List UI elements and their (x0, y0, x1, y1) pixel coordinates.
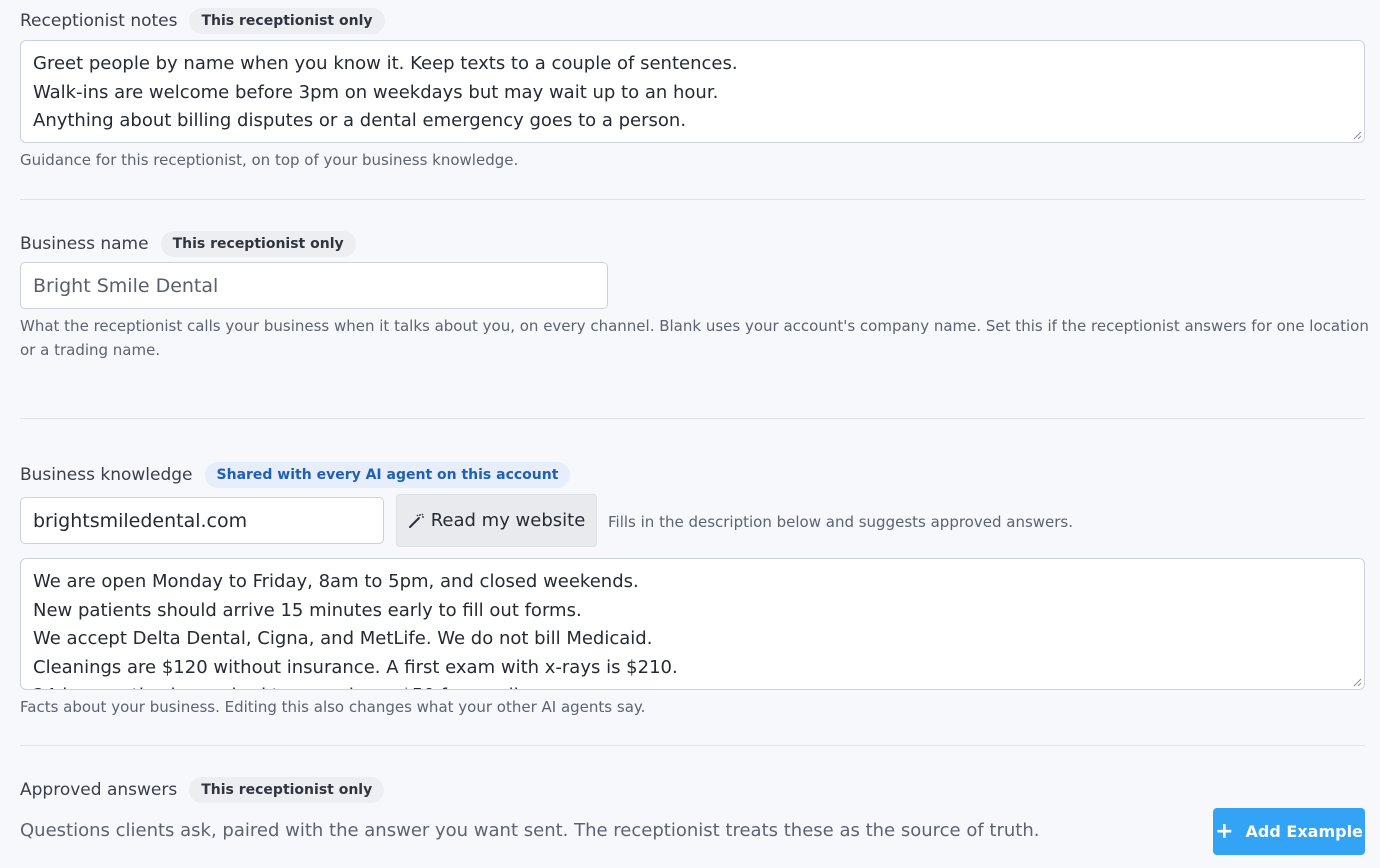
business-name-label-row: Business name This receptionist only (20, 231, 356, 257)
receptionist-notes-label-row: Receptionist notes This receptionist onl… (20, 8, 385, 34)
knowledge-line: 24-hour notice is required to cancel or … (33, 682, 1352, 689)
receptionist-notes-label: Receptionist notes (20, 11, 178, 31)
shared-badge: Shared with every AI agent on this accou… (204, 462, 571, 488)
knowledge-line: Cleanings are $120 without insurance. A … (33, 656, 678, 678)
scope-badge: This receptionist only (160, 231, 356, 257)
business-knowledge-label: Business knowledge (20, 465, 193, 485)
receptionist-settings-page: Receptionist notes This receptionist onl… (0, 0, 1380, 868)
knowledge-line: We are open Monday to Friday, 8am to 5pm… (33, 571, 639, 592)
plus-icon: + (1215, 818, 1234, 844)
approved-answers-label: Approved answers (20, 780, 178, 800)
section-divider (20, 199, 1365, 200)
notes-line: Anything about billing disputes or a den… (33, 110, 687, 131)
section-divider (20, 418, 1365, 419)
receptionist-notes-textarea[interactable]: Greet people by name when you know it. K… (20, 40, 1365, 143)
scope-badge: This receptionist only (189, 8, 385, 34)
business-name-input[interactable]: Bright Smile Dental (20, 262, 608, 309)
business-knowledge-label-row: Business knowledge Shared with every AI … (20, 462, 571, 488)
business-name-help-line: What the receptionist calls your busines… (20, 317, 1369, 335)
website-url-input[interactable]: brightsmiledental.com (20, 497, 384, 544)
magic-wand-icon (408, 513, 424, 528)
add-example-label: Add Example (1245, 822, 1363, 841)
business-knowledge-help: Facts about your business. Editing this … (20, 698, 646, 716)
read-website-button[interactable]: Read my website (396, 494, 597, 547)
section-divider (20, 745, 1365, 746)
add-example-button[interactable]: + Add Example (1213, 808, 1365, 855)
approved-answers-description: Questions clients ask, paired with the a… (20, 820, 1040, 841)
knowledge-line: New patients should arrive 15 minutes ea… (33, 599, 582, 621)
resize-grip-icon[interactable] (1352, 677, 1362, 687)
knowledge-line: We accept Delta Dental, Cigna, and MetLi… (33, 628, 653, 649)
business-name-help-line: or a trading name. (20, 341, 161, 359)
business-name-label: Business name (20, 234, 149, 254)
scope-badge: This receptionist only (189, 777, 385, 803)
business-knowledge-textarea[interactable]: We are open Monday to Friday, 8am to 5pm… (20, 558, 1365, 690)
read-website-hint: Fills in the description below and sugge… (608, 513, 1074, 531)
notes-line: Walk-ins are welcome before 3pm on weekd… (33, 81, 719, 103)
approved-answers-label-row: Approved answers This receptionist only (20, 777, 385, 803)
receptionist-notes-help: Guidance for this receptionist, on top o… (20, 151, 519, 169)
notes-line: Greet people by name when you know it. K… (33, 53, 738, 74)
read-website-label: Read my website (430, 510, 586, 531)
resize-grip-icon[interactable] (1352, 130, 1362, 140)
